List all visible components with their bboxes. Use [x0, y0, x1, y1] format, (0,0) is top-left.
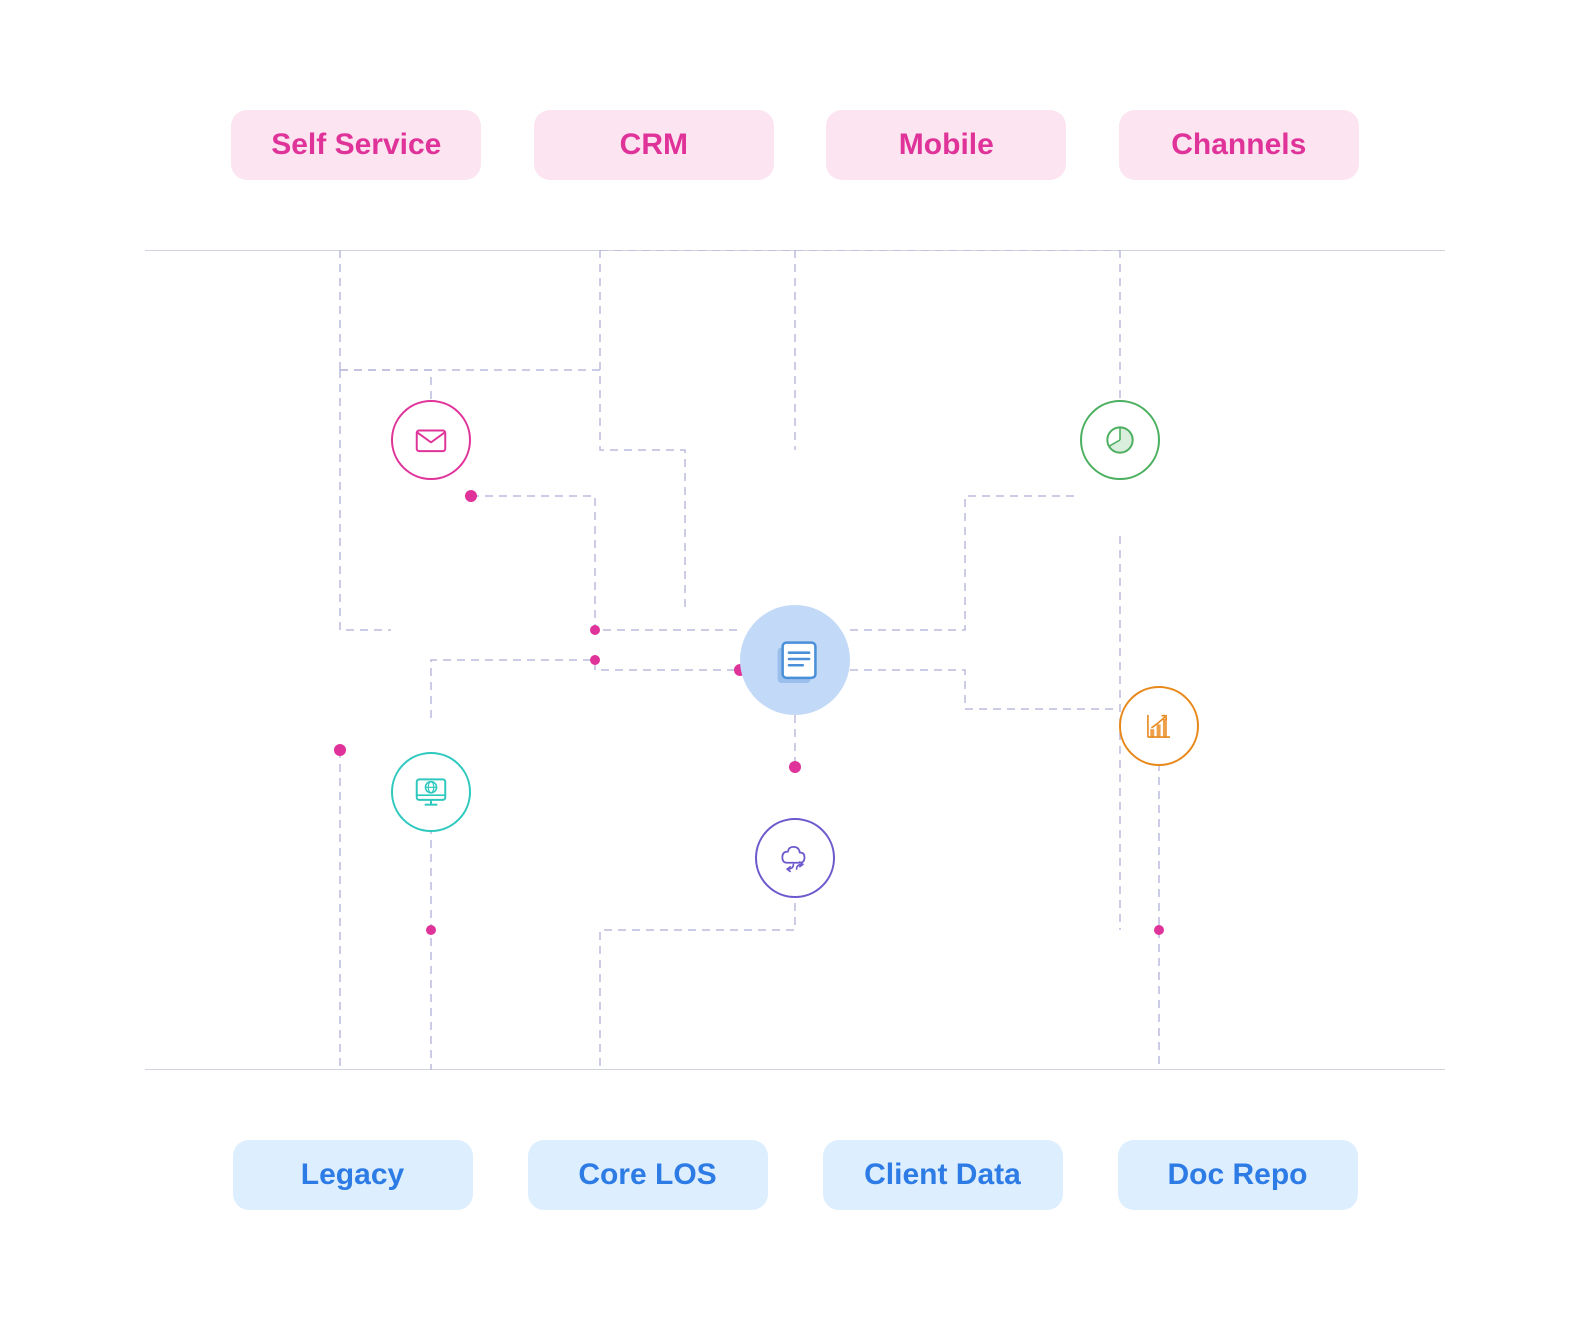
diagram-container: Self Service CRM Mobile Channels — [145, 110, 1445, 1210]
icon-email — [391, 400, 471, 480]
label-channels: Channels — [1119, 110, 1359, 180]
label-mobile: Mobile — [826, 110, 1066, 180]
bottom-labels: Legacy Core LOS Client Data Doc Repo — [145, 1140, 1445, 1210]
top-labels: Self Service CRM Mobile Channels — [145, 110, 1445, 180]
icon-document — [740, 605, 850, 715]
icon-globe — [391, 752, 471, 832]
label-legacy: Legacy — [233, 1140, 473, 1210]
label-crm: CRM — [534, 110, 774, 180]
icon-pie-chart — [1080, 400, 1160, 480]
label-self-service: Self Service — [231, 110, 481, 180]
icon-bar-chart — [1119, 686, 1199, 766]
label-core-los: Core LOS — [528, 1140, 768, 1210]
label-client-data: Client Data — [823, 1140, 1063, 1210]
icon-cloud-sync — [755, 818, 835, 898]
label-doc-repo: Doc Repo — [1118, 1140, 1358, 1210]
